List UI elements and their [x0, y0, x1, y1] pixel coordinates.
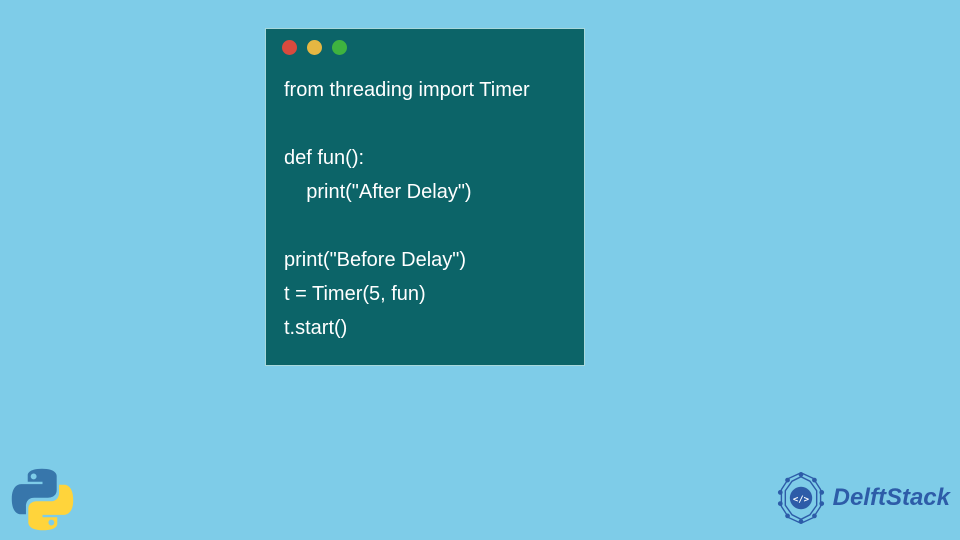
delftstack-brand: </> DelftStack	[773, 470, 950, 526]
close-icon	[282, 40, 297, 55]
code-window: from threading import Timer def fun(): p…	[265, 28, 585, 366]
code-block: from threading import Timer def fun(): p…	[266, 65, 584, 345]
delftstack-logo-icon: </>	[773, 470, 829, 526]
minimize-icon	[307, 40, 322, 55]
window-titlebar	[266, 29, 584, 65]
maximize-icon	[332, 40, 347, 55]
brand-name: DelftStack	[833, 484, 950, 512]
svg-text:</>: </>	[793, 495, 809, 505]
python-logo-icon	[10, 467, 75, 532]
